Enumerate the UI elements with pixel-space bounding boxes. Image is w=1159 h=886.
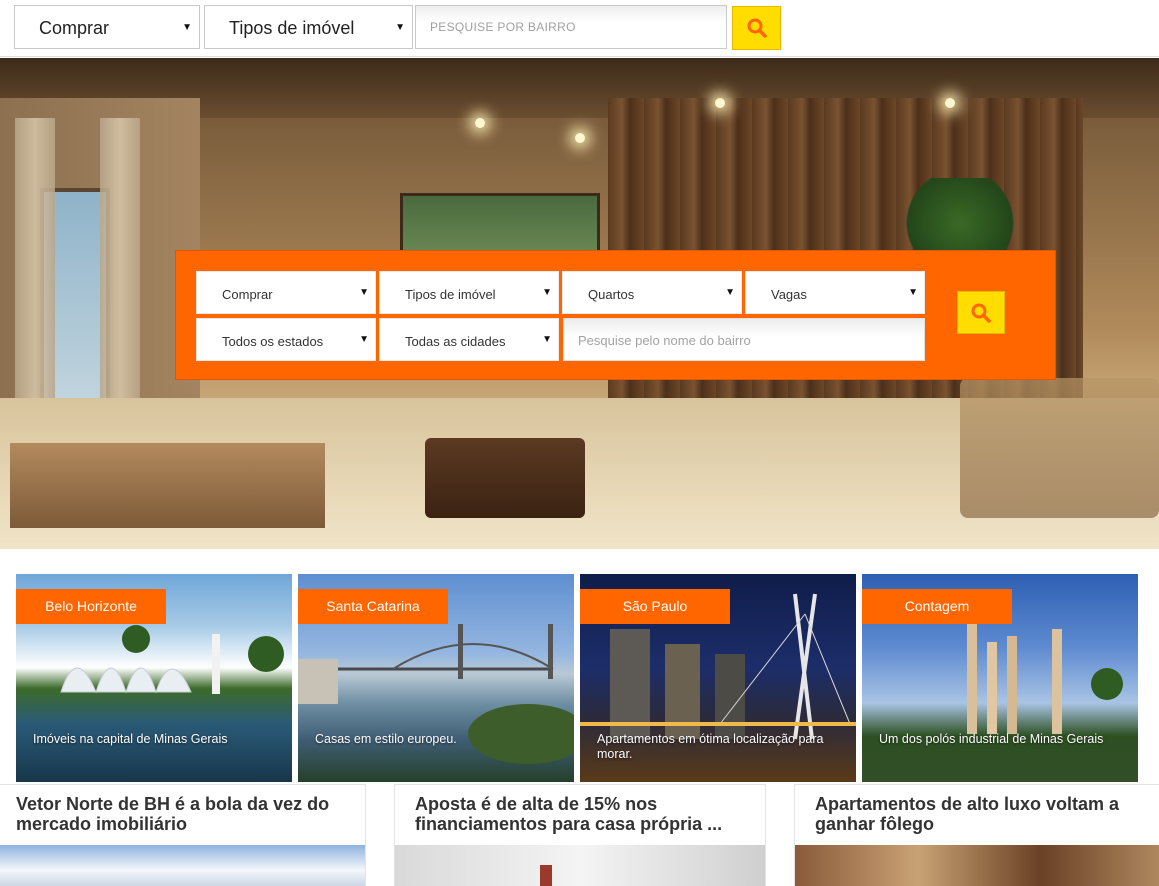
- chevron-down-icon: ▼: [359, 334, 369, 345]
- ceiling-light: [945, 98, 955, 108]
- chevron-down-icon: ▼: [542, 287, 552, 298]
- search-icon: [747, 18, 767, 38]
- ceiling-light: [575, 133, 585, 143]
- search-icon: [971, 303, 991, 323]
- city-tag: Santa Catarina: [298, 589, 448, 624]
- transaction-select-value: Comprar: [39, 18, 110, 38]
- chevron-down-icon: ▼: [359, 287, 369, 298]
- property-search-panel: Comprar ▼ Tipos de imóvel ▼ Quartos ▼ Va…: [175, 250, 1056, 380]
- news-image: [795, 845, 1159, 886]
- rooms-select[interactable]: Quartos ▼: [562, 271, 742, 314]
- property-type-select[interactable]: Tipos de imóvel ▼: [379, 271, 559, 314]
- neighborhood-name-input[interactable]: Pesquise pelo nome do bairro: [563, 318, 925, 361]
- state-select-value: Todos os estados: [222, 334, 324, 349]
- chevron-down-icon: ▼: [182, 22, 192, 33]
- city-caption: Apartamentos em ótima localização para m…: [597, 732, 824, 761]
- ceiling-light: [715, 98, 725, 108]
- hero-coffee-table: [10, 443, 325, 528]
- news-image: [395, 845, 765, 886]
- city-caption: Imóveis na capital de Minas Gerais: [33, 732, 228, 746]
- hero-dining-table: [960, 378, 1159, 518]
- news-card[interactable]: Apartamentos de alto luxo voltam a ganha…: [794, 784, 1159, 886]
- hero-ottoman: [425, 438, 585, 518]
- chevron-down-icon: ▼: [908, 287, 918, 298]
- transaction-select[interactable]: Comprar ▼: [14, 5, 200, 49]
- city-tag: Belo Horizonte: [16, 589, 166, 624]
- city-card-santa-catarina[interactable]: Santa Catarina Casas em estilo europeu.: [298, 574, 574, 782]
- chevron-down-icon: ▼: [725, 287, 735, 298]
- parking-select-value: Vagas: [771, 287, 807, 302]
- news-card[interactable]: Aposta é de alta de 15% nos financiament…: [394, 784, 766, 886]
- transaction-select-value: Comprar: [222, 287, 273, 302]
- search-button[interactable]: [732, 6, 781, 50]
- chevron-down-icon: ▼: [542, 334, 552, 345]
- property-type-select-value: Tipos de imóvel: [229, 18, 355, 38]
- news-image: [0, 845, 365, 886]
- city-tag: São Paulo: [580, 589, 730, 624]
- transaction-select[interactable]: Comprar ▼: [196, 271, 376, 314]
- news-title[interactable]: Aposta é de alta de 15% nos financiament…: [415, 794, 755, 834]
- search-placeholder: PESQUISE POR BAIRRO: [430, 20, 576, 34]
- city-caption: Um dos polós industrial de Minas Gerais: [879, 732, 1104, 746]
- ceiling-light: [475, 118, 485, 128]
- city-select-value: Todas as cidades: [405, 334, 506, 349]
- city-card-belo-horizonte[interactable]: Belo Horizonte Imóveis na capital de Min…: [16, 574, 292, 782]
- news-title[interactable]: Apartamentos de alto luxo voltam a ganha…: [815, 794, 1155, 834]
- city-card-contagem[interactable]: Contagem Um dos polós industrial de Mina…: [862, 574, 1138, 782]
- news-title[interactable]: Vetor Norte de BH é a bola da vez do mer…: [16, 794, 356, 834]
- panel-search-button[interactable]: [957, 291, 1005, 334]
- neighborhood-search-input[interactable]: PESQUISE POR BAIRRO: [415, 5, 727, 49]
- city-select[interactable]: Todas as cidades ▼: [379, 318, 559, 361]
- neighborhood-placeholder: Pesquise pelo nome do bairro: [578, 333, 751, 348]
- news-card[interactable]: Vetor Norte de BH é a bola da vez do mer…: [0, 784, 366, 886]
- city-card-sao-paulo[interactable]: São Paulo Apartamentos em ótima localiza…: [580, 574, 856, 782]
- property-type-select[interactable]: Tipos de imóvel ▼: [204, 5, 413, 49]
- property-type-select-value: Tipos de imóvel: [405, 287, 496, 302]
- city-tag: Contagem: [862, 589, 1012, 624]
- state-select[interactable]: Todos os estados ▼: [196, 318, 376, 361]
- house-chimney: [540, 865, 552, 886]
- parking-select[interactable]: Vagas ▼: [745, 271, 925, 314]
- top-search-bar: Comprar ▼ Tipos de imóvel ▼ PESQUISE POR…: [0, 0, 1159, 57]
- city-caption: Casas em estilo europeu.: [315, 732, 457, 746]
- rooms-select-value: Quartos: [588, 287, 635, 302]
- chevron-down-icon: ▼: [395, 22, 405, 33]
